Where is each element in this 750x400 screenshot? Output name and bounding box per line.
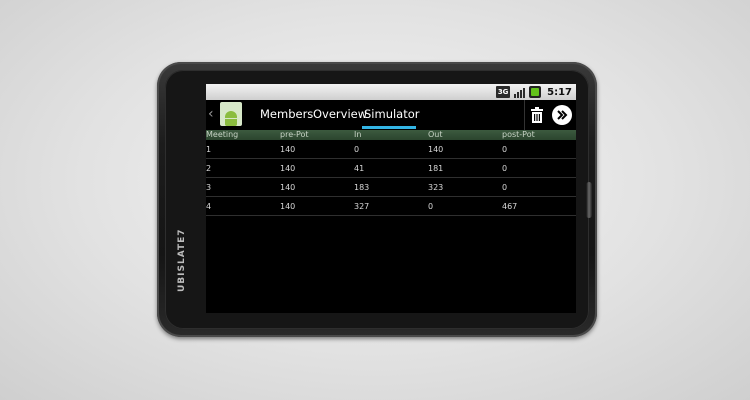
status-bar: 3G 5:17 [206,84,576,100]
network-3g-icon: 3G [496,86,511,98]
simulator-table: Meeting pre-Pot In Out post-Pot 1 140 0 … [206,130,576,216]
cell-meeting: 4 [206,202,212,211]
selected-tab-indicator [362,126,416,129]
device-side-button[interactable] [586,182,592,218]
column-header-out: Out [428,130,443,139]
tab-overview[interactable]: Overview [313,107,367,121]
back-chevron-icon[interactable]: ‹ [208,106,214,122]
column-header-in: In [354,130,362,139]
overflow-button[interactable] [551,104,573,126]
delete-button[interactable] [524,100,549,130]
table-row[interactable]: 4 140 327 0 467 [206,197,576,216]
signal-strength-icon [514,86,526,98]
cell-out: 140 [428,145,444,154]
column-header-post-pot: post-Pot [502,130,535,139]
table-row[interactable]: 1 140 0 140 0 [206,140,576,159]
cell-in: 0 [354,145,360,154]
app-screen: 3G 5:17 ‹ Members Overview Simulator Mee… [206,84,576,313]
battery-icon [529,86,542,98]
table-header: Meeting pre-Pot In Out post-Pot [206,130,576,140]
table-row[interactable]: 2 140 41 181 0 [206,159,576,178]
cell-pre-pot: 140 [280,145,296,154]
device-brand-logo: UBISLATE7 [177,228,187,292]
app-logo-icon[interactable] [220,102,242,126]
cell-pre-pot: 140 [280,202,296,211]
tab-members[interactable]: Members [260,107,313,121]
cell-in: 41 [354,164,365,173]
cell-pre-pot: 140 [280,183,296,192]
trash-icon [531,107,543,123]
cell-post-pot: 0 [502,164,508,173]
cell-in: 327 [354,202,370,211]
column-header-pre-pot: pre-Pot [280,130,309,139]
cell-out: 181 [428,164,444,173]
double-chevron-right-icon [552,105,572,125]
cell-post-pot: 467 [502,202,518,211]
cell-meeting: 2 [206,164,212,173]
cell-post-pot: 0 [502,145,508,154]
cell-out: 0 [428,202,434,211]
cell-meeting: 1 [206,145,212,154]
cell-meeting: 3 [206,183,212,192]
status-time: 5:17 [547,86,572,98]
tab-simulator[interactable]: Simulator [364,107,420,121]
cell-pre-pot: 140 [280,164,296,173]
cell-in: 183 [354,183,370,192]
action-bar: ‹ Members Overview Simulator [206,100,576,130]
column-header-meeting: Meeting [206,130,239,139]
cell-post-pot: 0 [502,183,508,192]
cell-out: 323 [428,183,444,192]
table-row[interactable]: 3 140 183 323 0 [206,178,576,197]
